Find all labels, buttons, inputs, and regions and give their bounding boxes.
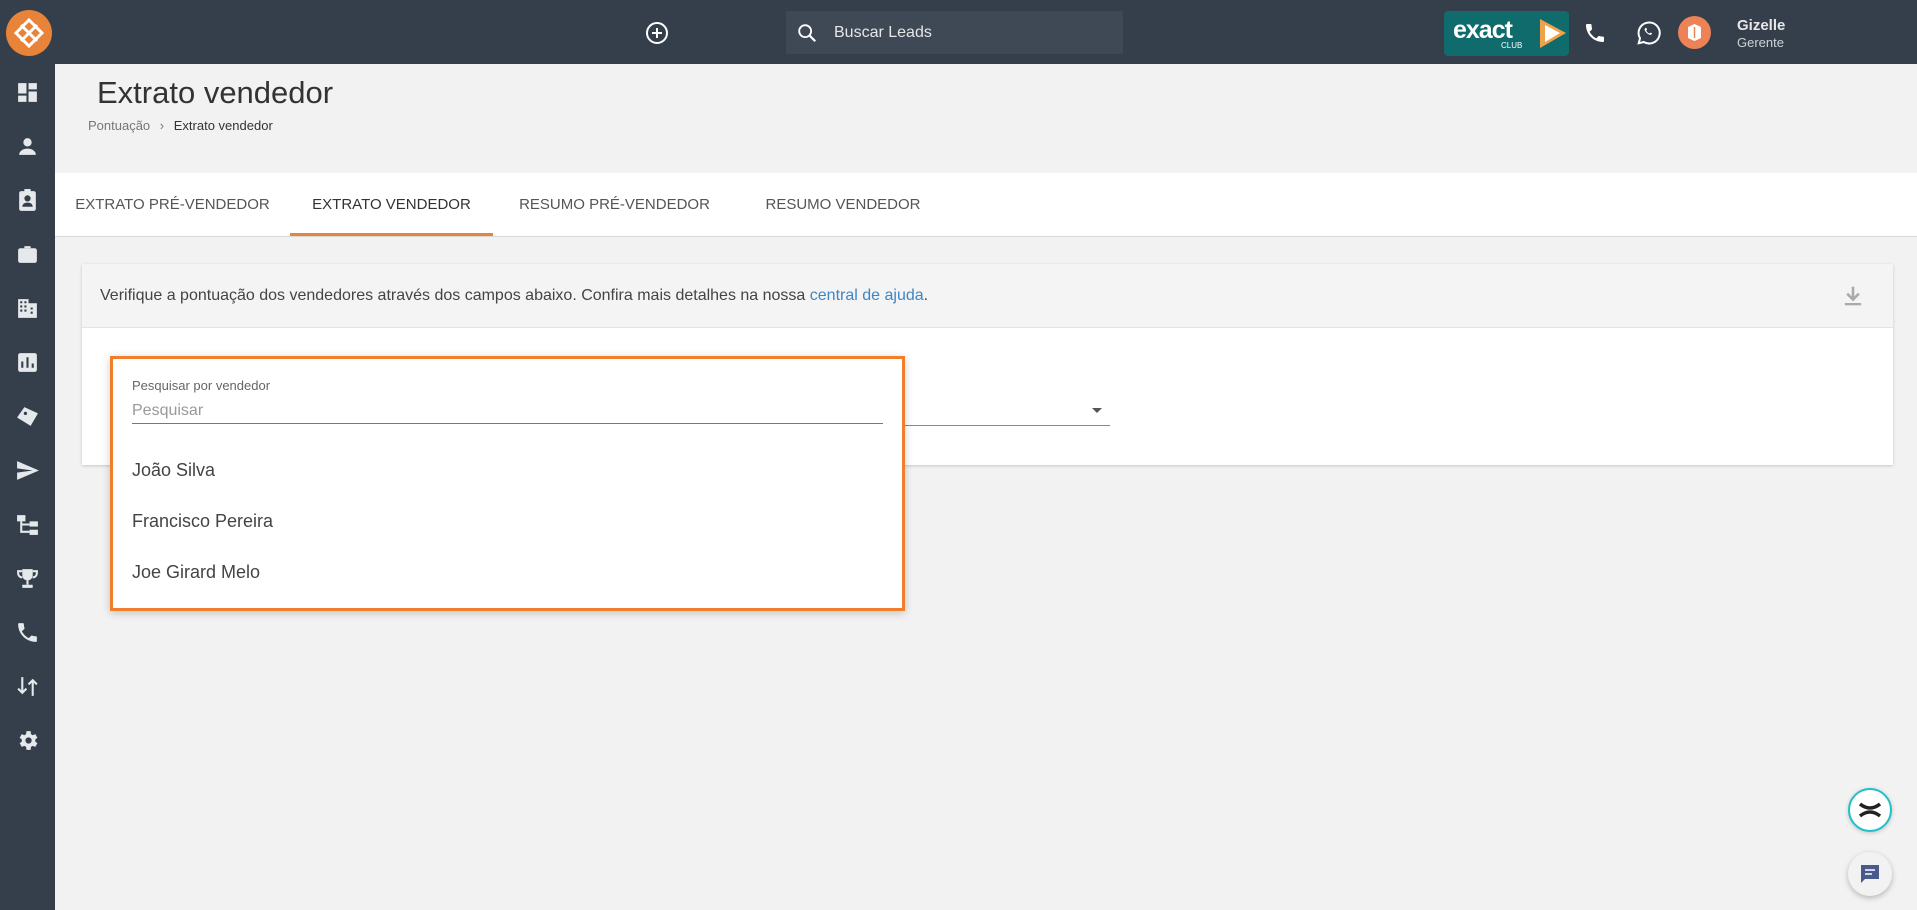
tag-icon[interactable] — [15, 404, 40, 429]
breadcrumb-current: Extrato vendedor — [173, 118, 273, 133]
exact-assistant-button[interactable] — [1848, 788, 1892, 832]
user-role: Gerente — [1737, 35, 1784, 50]
sidebar — [0, 64, 55, 910]
tab-bar: EXTRATO PRÉ-VENDEDOR EXTRATO VENDEDOR RE… — [55, 173, 1917, 237]
briefcase-icon[interactable] — [15, 242, 40, 267]
seller-dropdown: Pesquisar por vendedor João Silva Franci… — [110, 356, 905, 611]
info-text: Verifique a pontuação dos vendedores atr… — [100, 287, 928, 305]
logo-icon — [8, 12, 50, 54]
chat-button[interactable] — [1848, 852, 1892, 896]
user-name[interactable]: Gizelle — [1737, 17, 1785, 34]
seller-option[interactable]: Joe Girard Melo — [132, 562, 260, 583]
person-icon[interactable] — [15, 134, 40, 159]
chat-icon — [1861, 865, 1879, 883]
chevron-right-icon: › — [159, 118, 165, 133]
page-title: Extrato vendedor — [97, 75, 334, 110]
info-bar: Verifique a pontuação dos vendedores atr… — [82, 264, 1893, 328]
info-text-before: Verifique a pontuação dos vendedores atr… — [100, 287, 810, 304]
phone-icon[interactable] — [1583, 21, 1607, 45]
play-icon — [1540, 19, 1566, 48]
building-icon[interactable] — [15, 296, 40, 321]
transfer-icon[interactable] — [15, 674, 40, 699]
exact-logo-icon — [1858, 802, 1882, 818]
breadcrumb: Pontuação › Extrato vendedor — [88, 118, 273, 133]
exact-badge-sub: CLUB — [1501, 41, 1523, 50]
top-bar: exact CLUB Gizelle Gerente — [0, 0, 1917, 64]
gear-icon[interactable] — [15, 728, 40, 753]
app-logo[interactable] — [6, 10, 52, 56]
add-circle-icon[interactable] — [645, 21, 669, 45]
seller-option[interactable]: João Silva — [132, 460, 215, 481]
send-icon[interactable] — [15, 458, 40, 483]
phone-icon[interactable] — [15, 620, 40, 645]
seller-search-input[interactable] — [132, 399, 883, 424]
chevron-down-icon[interactable] — [1089, 402, 1105, 418]
exact-club-badge[interactable]: exact CLUB — [1444, 11, 1569, 56]
info-text-after: . — [923, 287, 929, 304]
tab-resumo-vendedor[interactable]: RESUMO VENDEDOR — [736, 173, 950, 236]
tab-resumo-pre-vendedor[interactable]: RESUMO PRÉ-VENDEDOR — [493, 173, 736, 236]
seller-option[interactable]: Francisco Pereira — [132, 511, 273, 532]
hierarchy-icon[interactable] — [15, 512, 40, 537]
search-input[interactable] — [834, 11, 1114, 54]
reports-icon[interactable] — [15, 350, 40, 375]
seller-search-label: Pesquisar por vendedor — [132, 378, 271, 393]
search-icon — [796, 22, 818, 44]
breadcrumb-parent[interactable]: Pontuação — [88, 118, 150, 133]
whatsapp-icon[interactable] — [1636, 20, 1662, 46]
period-select-underline[interactable] — [902, 425, 1110, 426]
contact-card-icon[interactable] — [15, 188, 40, 213]
help-center-link[interactable]: central de ajuda — [810, 287, 924, 304]
download-icon[interactable] — [1839, 282, 1867, 310]
trophy-icon[interactable] — [15, 566, 40, 591]
tab-extrato-vendedor[interactable]: EXTRATO VENDEDOR — [290, 173, 493, 236]
dashboard-icon[interactable] — [15, 80, 40, 105]
search-box — [786, 11, 1123, 54]
university-icon[interactable] — [1678, 16, 1711, 49]
tab-extrato-pre-vendedor[interactable]: EXTRATO PRÉ-VENDEDOR — [55, 173, 290, 236]
